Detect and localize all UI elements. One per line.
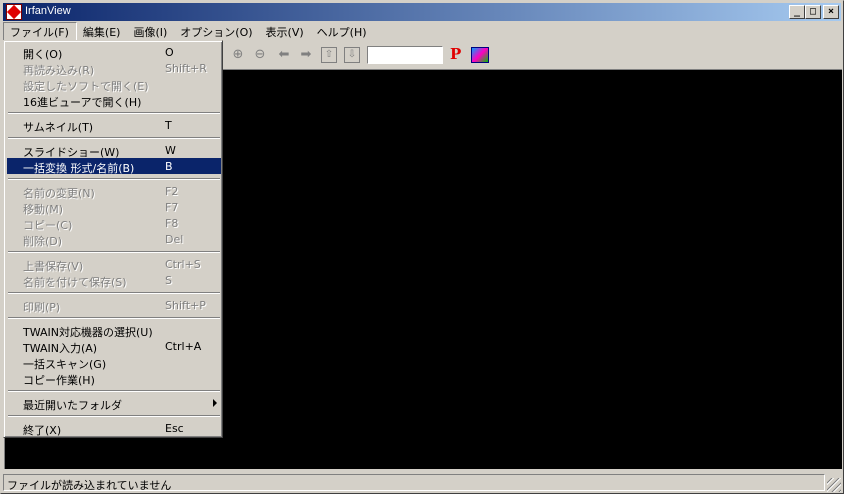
status-text: ファイルが読み込まれていません bbox=[3, 474, 825, 492]
menu-item-shortcut: O bbox=[165, 46, 174, 59]
zoom-in-icon[interactable]: ⊕ bbox=[230, 47, 246, 63]
image-palette-icon[interactable] bbox=[471, 47, 489, 63]
file-menu-item[interactable]: 上書保存(V) Ctrl+S bbox=[7, 256, 221, 273]
file-menu-item[interactable]: サムネイル(T) T bbox=[7, 117, 221, 134]
file-menu-item[interactable]: スライドショー(W) W bbox=[7, 142, 221, 159]
file-menu-item[interactable]: 最近開いたフォルダ bbox=[7, 395, 221, 412]
menu-item-shortcut: B bbox=[165, 160, 173, 173]
menu-edit[interactable]: 編集(E) bbox=[77, 22, 128, 41]
menu-separator bbox=[8, 390, 220, 392]
file-menu-item[interactable]: 名前の変更(N) F2 bbox=[7, 183, 221, 200]
file-menu-item[interactable]: 一括変換 形式/名前(B) B bbox=[7, 158, 221, 175]
menu-item-label: 名前を付けて保存(S) bbox=[23, 276, 127, 289]
file-menu-item[interactable]: 削除(D) Del bbox=[7, 231, 221, 248]
file-menu-item[interactable]: 16進ビューアで開く(H) bbox=[7, 92, 221, 109]
menu-item-shortcut: F8 bbox=[165, 217, 179, 230]
title-bar[interactable]: IrfanView _ □ × bbox=[3, 3, 841, 21]
file-menu-item[interactable]: TWAIN入力(A) Ctrl+A bbox=[7, 338, 221, 355]
file-menu-item[interactable]: 終了(X) Esc bbox=[7, 420, 221, 437]
menu-separator bbox=[8, 137, 220, 139]
menu-separator bbox=[8, 317, 220, 319]
menu-item-shortcut: Esc bbox=[165, 422, 184, 435]
app-window: IrfanView _ □ × ファイル(F) 編集(E) 画像(I) オプショ… bbox=[0, 0, 844, 494]
close-button[interactable]: × bbox=[823, 5, 839, 19]
minimize-button[interactable]: _ bbox=[789, 5, 805, 19]
menu-item-label: 16進ビューアで開く(H) bbox=[23, 96, 142, 109]
menu-item-shortcut: Shift+P bbox=[165, 299, 206, 312]
file-menu-item[interactable]: TWAIN対応機器の選択(U) bbox=[7, 322, 221, 339]
menu-item-shortcut: Shift+R bbox=[165, 62, 207, 75]
menu-separator bbox=[8, 251, 220, 253]
menu-item-label: 最近開いたフォルダ bbox=[23, 399, 122, 412]
submenu-arrow-icon bbox=[213, 399, 217, 407]
file-menu-item[interactable]: コピー(C) F8 bbox=[7, 215, 221, 232]
file-menu-dropdown: 開く(O) O 再読み込み(R) Shift+R 設定したソフトで開く(E) 16進ビュー… bbox=[3, 40, 223, 438]
menu-item-shortcut: W bbox=[165, 144, 176, 157]
arrow-right-icon[interactable]: ➡ bbox=[298, 47, 314, 63]
irfanview-app-icon[interactable] bbox=[6, 4, 22, 20]
file-menu-item[interactable]: 移動(M) F7 bbox=[7, 199, 221, 216]
menu-help[interactable]: ヘルプ(H) bbox=[311, 22, 374, 41]
menu-item-label: サムネイル(T) bbox=[23, 121, 94, 134]
menu-item-label: 印刷(P) bbox=[23, 301, 61, 314]
file-menu-item[interactable]: 開く(O) O bbox=[7, 44, 221, 61]
paint-p-icon[interactable]: P bbox=[450, 45, 461, 63]
maximize-button[interactable]: □ bbox=[805, 5, 821, 19]
menu-item-shortcut: F2 bbox=[165, 185, 179, 198]
upload-icon[interactable]: ⇧ bbox=[321, 47, 337, 63]
menu-separator bbox=[8, 292, 220, 294]
menu-file[interactable]: ファイル(F) bbox=[3, 22, 77, 41]
window-title: IrfanView bbox=[25, 5, 71, 17]
arrow-left-icon[interactable]: ⬅ bbox=[276, 47, 292, 63]
menu-separator bbox=[8, 178, 220, 180]
status-bar: ファイルが読み込まれていません bbox=[3, 473, 841, 492]
menu-item-label: 一括変換 形式/名前(B) bbox=[23, 162, 135, 175]
resize-grip-icon[interactable] bbox=[827, 478, 841, 492]
file-menu-item[interactable]: 再読み込み(R) Shift+R bbox=[7, 60, 221, 77]
file-menu-item[interactable]: 印刷(P) Shift+P bbox=[7, 297, 221, 314]
menu-item-shortcut: Del bbox=[165, 233, 184, 246]
file-menu-item[interactable]: 設定したソフトで開く(E) bbox=[7, 76, 221, 93]
menu-options[interactable]: オプション(O) bbox=[174, 22, 259, 41]
menu-separator bbox=[8, 415, 220, 417]
menu-item-shortcut: Ctrl+S bbox=[165, 258, 201, 271]
menu-item-shortcut: S bbox=[165, 274, 172, 287]
file-menu-item[interactable]: 一括スキャン(G) bbox=[7, 354, 221, 371]
menu-item-label: 削除(D) bbox=[23, 235, 63, 248]
menu-item-shortcut: Ctrl+A bbox=[165, 340, 202, 353]
menu-item-shortcut: F7 bbox=[165, 201, 179, 214]
zoom-out-icon[interactable]: ⊖ bbox=[252, 47, 268, 63]
menu-image[interactable]: 画像(I) bbox=[127, 22, 174, 41]
menu-bar: ファイル(F) 編集(E) 画像(I) オプション(O) 表示(V) ヘルプ(H… bbox=[3, 22, 374, 41]
menu-view[interactable]: 表示(V) bbox=[260, 22, 311, 41]
download-icon[interactable]: ⇩ bbox=[344, 47, 360, 63]
menu-item-shortcut: T bbox=[165, 119, 172, 132]
file-menu-item[interactable]: 名前を付けて保存(S) S bbox=[7, 272, 221, 289]
menu-item-label: 終了(X) bbox=[23, 424, 62, 437]
menu-item-label: コピー作業(H) bbox=[23, 374, 95, 387]
toolbar-text-field[interactable] bbox=[367, 46, 443, 64]
file-menu-item[interactable]: コピー作業(H) bbox=[7, 370, 221, 387]
menu-separator bbox=[8, 112, 220, 114]
